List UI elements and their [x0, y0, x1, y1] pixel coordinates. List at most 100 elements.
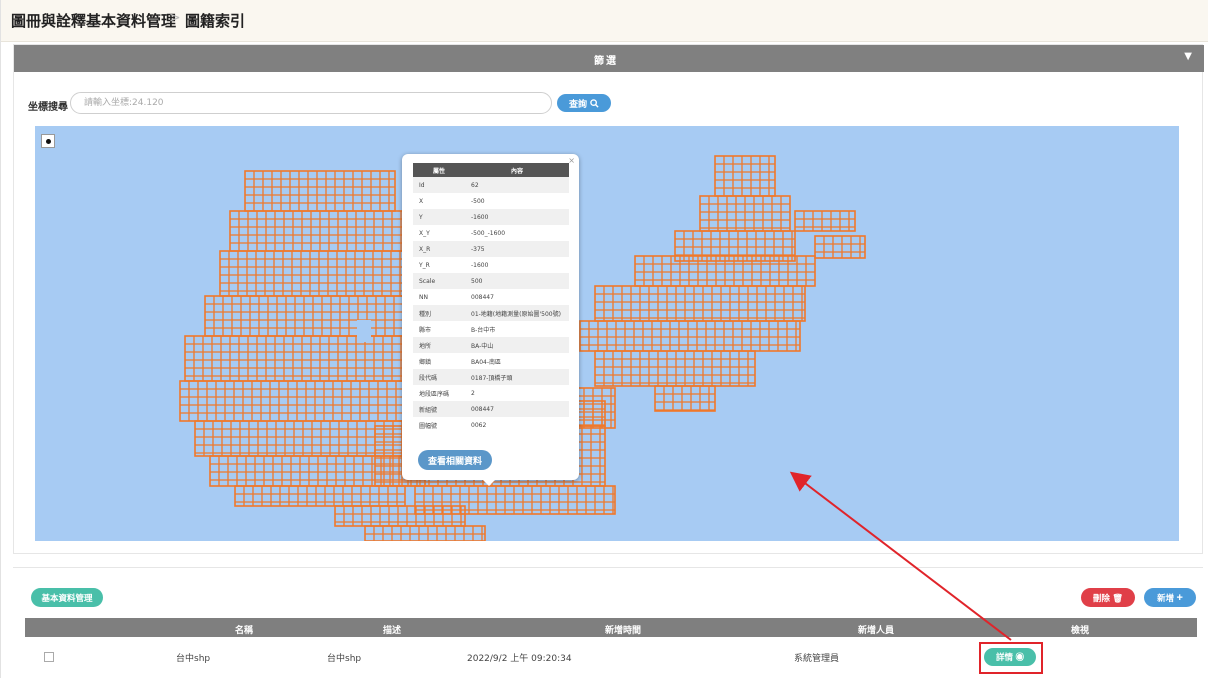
query-button-label: 查詢: [568, 98, 587, 109]
map-tile-block[interactable]: [594, 350, 756, 387]
attribute-value: -375: [465, 241, 569, 257]
attribute-key: 地段區序碼: [419, 390, 450, 398]
map-tile-block[interactable]: [714, 155, 776, 197]
attribute-row: 縣市 B-台中市: [413, 321, 569, 337]
attribute-value: -1600: [471, 261, 489, 269]
attribute-value: 0062: [471, 421, 487, 429]
map-grid-tiles[interactable]: [35, 126, 1179, 541]
row-description-cell: 台中shp: [327, 654, 362, 664]
attribute-key: Y_R: [419, 261, 430, 269]
close-icon[interactable]: ×: [568, 156, 575, 165]
attribute-row: 鄉鎮 BA04-南區: [413, 353, 569, 369]
map-tile-block[interactable]: [594, 285, 806, 322]
map-tile-block[interactable]: [179, 380, 421, 422]
table-header: 名稱 描述 新增時間 新增人員 檢視: [25, 618, 1197, 637]
attribute-key: Id: [413, 177, 465, 193]
attribute-row: X_R -375: [413, 241, 569, 257]
view-related-data-button[interactable]: 查看相關資料: [418, 450, 492, 470]
attribute-row: NN 008447: [413, 289, 569, 305]
map-tile-block[interactable]: [414, 485, 616, 515]
attribute-row: X_Y -500_-1600: [413, 225, 569, 241]
row-created-time-cell: 2022/9/2 上午 09:20:34: [467, 654, 572, 664]
map-tile-block[interactable]: [244, 170, 396, 212]
query-button[interactable]: 查詢: [557, 94, 611, 112]
attribute-value: 008447: [471, 293, 494, 301]
attribute-key: Scale: [413, 273, 465, 289]
popup-pointer: [482, 479, 496, 486]
basic-data-management-button[interactable]: 基本資料管理: [31, 588, 103, 607]
attribute-key: 地所: [413, 337, 465, 353]
attribute-value: 500: [465, 273, 569, 289]
attribute-value: 008447: [465, 401, 569, 417]
map-tile-block[interactable]: [574, 387, 616, 429]
map-tile-block[interactable]: [229, 210, 406, 252]
attribute-value: B-台中市: [471, 326, 496, 334]
search-icon: [590, 98, 599, 108]
attribute-value: 0187-頂橋子頭: [465, 369, 569, 385]
attribute-key: 新組號: [413, 401, 465, 417]
map-tile-block[interactable]: [654, 385, 716, 412]
attribute-value: -500: [471, 197, 485, 205]
delete-button-label: 刪除: [1092, 592, 1110, 603]
attribute-key: 段代碼: [413, 369, 465, 385]
attribute-key: X: [419, 197, 424, 205]
attribute-key: 縣市: [419, 326, 432, 334]
highlight-annotation-box: [979, 642, 1043, 674]
map-tile-block[interactable]: [334, 505, 466, 527]
column-header-name: 名稱: [235, 626, 254, 636]
attribute-row: 種別 01-地籍(地籍測量(原始圖'500號): [413, 305, 569, 321]
attribute-table: 屬性 內容 Id 62 X -500 Y -1600 X_Y -500_-1600 X_R -37…: [413, 163, 569, 433]
attribute-row: Scale 500: [413, 273, 569, 289]
row-created-by-cell: 系統管理員: [794, 654, 840, 664]
attribute-row: Y -1600: [413, 209, 569, 225]
attribute-key: X_R: [413, 241, 465, 257]
breadcrumb-separator-icon: >: [169, 10, 181, 26]
attribute-value: -1600: [465, 209, 569, 225]
attribute-value: -500_-1600: [471, 229, 506, 237]
coordinate-search-label: 坐標搜尋: [28, 102, 68, 113]
chevron-down-icon[interactable]: ▼: [1184, 51, 1192, 62]
breadcrumb-parent[interactable]: 圖冊與詮釋基本資料管理: [11, 10, 176, 31]
attribute-key-header: 屬性: [413, 163, 465, 177]
attribute-row: Y_R -1600: [413, 257, 569, 273]
column-header-description: 描述: [383, 626, 402, 636]
row-checkbox[interactable]: [44, 652, 54, 662]
map-tile-block[interactable]: [579, 320, 801, 352]
attribute-value: 62: [465, 177, 569, 193]
map-view[interactable]: [35, 126, 1179, 541]
map-tile-block[interactable]: [204, 295, 416, 337]
attribute-row: 圖幅號 0062: [413, 417, 569, 433]
filter-label: 篩選: [594, 56, 618, 67]
map-water-gap: [357, 320, 371, 342]
title-bar: 圖冊與詮釋基本資料管理 > 圖籍索引: [1, 0, 1208, 42]
add-button-label: 新增: [1157, 592, 1175, 603]
attribute-row: 地所 BA-中山: [413, 337, 569, 353]
map-tile-block[interactable]: [634, 255, 816, 287]
trash-icon: 🗑: [1112, 592, 1124, 603]
attribute-value-header: 內容: [465, 163, 569, 177]
attribute-row: 段代碼 0187-頂橋子頭: [413, 369, 569, 385]
map-marker-icon[interactable]: [41, 134, 55, 148]
map-tile-block[interactable]: [814, 235, 866, 259]
map-tile-block[interactable]: [794, 210, 856, 232]
attribute-row: 地段區序碼 2: [413, 385, 569, 401]
map-tile-block[interactable]: [364, 525, 486, 541]
plus-icon: +: [1176, 591, 1183, 604]
attribute-key: Y: [413, 209, 465, 225]
filter-toggle-bar[interactable]: 篩選 ▼: [14, 45, 1204, 72]
attribute-key: 種別: [413, 305, 465, 321]
map-tile-block[interactable]: [219, 250, 411, 297]
row-name-cell: 台中shp: [176, 654, 211, 664]
column-header-created-by: 新增人員: [858, 626, 895, 636]
page-title: 圖籍索引: [185, 12, 246, 30]
column-header-created-time: 新增時間: [605, 626, 642, 636]
attribute-value: BA-中山: [465, 337, 569, 353]
map-tile-block[interactable]: [699, 195, 791, 232]
delete-button[interactable]: 刪除 🗑: [1081, 588, 1135, 607]
data-list-section: 基本資料管理 刪除 🗑 新增 + 名稱 描述 新增時間 新增人員 檢視 台中sh…: [13, 567, 1203, 678]
add-button[interactable]: 新增 +: [1144, 588, 1196, 607]
map-tile-block[interactable]: [184, 335, 416, 382]
attribute-row: X -500: [413, 193, 569, 209]
map-tile-block[interactable]: [234, 485, 406, 507]
coordinate-search-input[interactable]: [70, 92, 552, 114]
